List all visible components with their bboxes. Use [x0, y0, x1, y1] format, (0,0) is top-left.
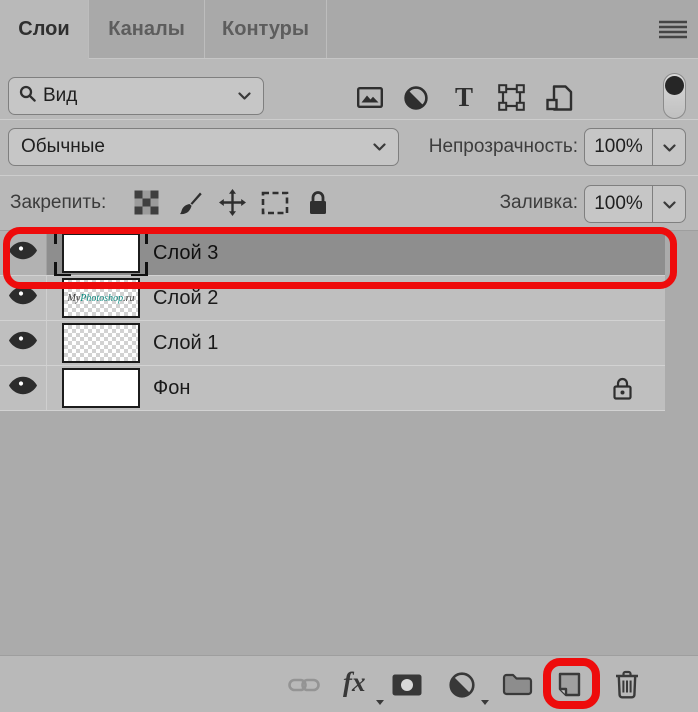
selection-bracket-icon — [131, 229, 148, 244]
filter-pixel-layers-icon — [357, 87, 384, 111]
opacity-value[interactable]: 100% — [585, 136, 652, 158]
fill-value[interactable]: 100% — [585, 193, 652, 215]
link-layers-button[interactable] — [288, 677, 320, 696]
selection-bracket-icon — [131, 262, 148, 277]
filter-shape-layers-icon — [497, 84, 525, 114]
visibility-toggle-layer1[interactable] — [0, 321, 47, 365]
fill-dropdown-button[interactable] — [652, 186, 685, 222]
layer-name[interactable]: Слой 3 — [153, 242, 218, 265]
filter-type-layers-button[interactable]: T — [446, 81, 482, 117]
caret-down-icon — [481, 700, 489, 705]
search-icon — [19, 85, 36, 108]
filter-toggle-knob — [665, 76, 684, 95]
blend-mode-select[interactable]: Обычные — [8, 128, 399, 166]
layer-row-layer3[interactable]: Слой 3 — [0, 229, 665, 277]
new-group-icon — [502, 673, 533, 699]
visibility-eye-icon — [8, 376, 38, 400]
fill-label: Заливка: — [499, 192, 578, 213]
blend-row: Обычные Непрозрачность: 100% — [0, 120, 698, 176]
layer-thumbnail-layer3[interactable] — [54, 229, 148, 277]
layers-list: Слой 3 My Photoshop .ru Слой 2 Слой 1 Фо… — [0, 227, 698, 655]
layer-row-background[interactable]: Фон — [0, 366, 665, 411]
visibility-eye-icon — [8, 286, 38, 310]
fill-field[interactable]: 100% — [584, 185, 686, 223]
lock-artboard-button[interactable] — [257, 186, 293, 222]
opacity-dropdown-button[interactable] — [652, 129, 685, 165]
blend-mode-value: Обычные — [21, 136, 105, 157]
tab-channels-label: Каналы — [108, 17, 185, 40]
filter-toggle-switch[interactable] — [663, 73, 686, 119]
chevron-down-icon — [662, 193, 676, 215]
chevron-down-icon — [662, 136, 676, 158]
filter-type-layers-icon: T — [452, 82, 476, 114]
lock-all-icon — [307, 189, 329, 219]
visibility-eye-icon — [8, 241, 38, 265]
visibility-eye-icon — [8, 331, 38, 355]
lock-position-icon — [218, 189, 246, 219]
filter-adjustment-layers-button[interactable] — [398, 81, 434, 117]
link-layers-icon — [288, 677, 320, 696]
lock-position-button[interactable] — [214, 186, 250, 222]
svg-text:T: T — [455, 84, 473, 111]
delete-layer-icon — [614, 670, 640, 702]
visibility-toggle-layer3[interactable] — [0, 231, 47, 275]
filter-kind-value: Вид — [43, 85, 78, 106]
tab-layers[interactable]: Слои — [0, 0, 89, 59]
layer-style-fx-icon: fx — [343, 667, 366, 697]
lock-artboard-icon — [261, 191, 289, 218]
layer-thumbnail-layer2[interactable]: My Photoshop .ru — [62, 278, 140, 318]
lock-all-button[interactable] — [300, 186, 336, 222]
selection-bracket-icon — [54, 229, 71, 244]
filter-row: Вид T — [0, 59, 698, 120]
bottom-toolbar: fx — [0, 655, 698, 712]
add-layer-mask-icon — [392, 674, 422, 699]
panel-tab-bar: Слои Каналы Контуры — [0, 0, 698, 59]
caret-down-icon — [376, 700, 384, 705]
selection-bracket-icon — [54, 262, 71, 277]
panel-menu-icon — [659, 20, 687, 42]
layer-name[interactable]: Фон — [153, 377, 190, 400]
new-adjustment-layer-icon — [449, 672, 475, 701]
lock-transparency-icon — [134, 190, 159, 218]
tab-layers-label: Слои — [18, 18, 70, 40]
tab-channels[interactable]: Каналы — [89, 0, 205, 58]
filter-shape-layers-button[interactable] — [493, 81, 529, 117]
tab-paths-label: Контуры — [222, 17, 309, 40]
new-layer-button[interactable] — [554, 670, 583, 702]
lock-pixels-icon — [177, 190, 203, 219]
opacity-label: Непрозрачность: — [428, 136, 578, 157]
lock-label: Закрепить: — [10, 192, 107, 213]
layer-name[interactable]: Слой 1 — [153, 332, 218, 355]
filter-adjustment-layers-icon — [404, 85, 428, 113]
layer-locked-icon — [612, 376, 633, 406]
layer-style-button[interactable]: fx — [343, 667, 366, 698]
chevron-down-icon — [238, 92, 251, 100]
lock-pixels-button[interactable] — [172, 186, 208, 222]
lock-transparency-button[interactable] — [128, 186, 164, 222]
visibility-toggle-background[interactable] — [0, 366, 47, 410]
lock-row: Закрепить: Заливка: 100% — [0, 176, 698, 231]
filter-smart-objects-button[interactable] — [541, 81, 577, 117]
filter-pixel-layers-button[interactable] — [352, 81, 388, 117]
layer-thumbnail-layer1[interactable] — [62, 323, 140, 363]
layer-name[interactable]: Слой 2 — [153, 287, 218, 310]
tab-paths[interactable]: Контуры — [205, 0, 327, 58]
layer-thumbnail-background[interactable] — [62, 368, 140, 408]
new-adjustment-layer-button[interactable] — [449, 672, 475, 701]
thumbnail-image — [62, 233, 140, 273]
delete-layer-button[interactable] — [614, 670, 640, 702]
chevron-down-icon — [373, 143, 386, 151]
layer-row-layer2[interactable]: My Photoshop .ru Слой 2 — [0, 276, 665, 321]
opacity-field[interactable]: 100% — [584, 128, 686, 166]
layer-row-layer1[interactable]: Слой 1 — [0, 321, 665, 366]
new-group-button[interactable] — [502, 673, 533, 699]
filter-kind-select[interactable]: Вид — [8, 77, 264, 115]
add-layer-mask-button[interactable] — [392, 674, 422, 699]
visibility-toggle-layer2[interactable] — [0, 276, 47, 320]
panel-menu-button[interactable] — [658, 20, 688, 40]
thumbnail-logo-text: My Photoshop .ru — [67, 292, 135, 304]
filter-smart-objects-icon — [545, 84, 573, 114]
layers-panel: Слои Каналы Контуры Вид T Обычные Непроз… — [0, 0, 698, 712]
new-layer-icon — [554, 670, 583, 702]
